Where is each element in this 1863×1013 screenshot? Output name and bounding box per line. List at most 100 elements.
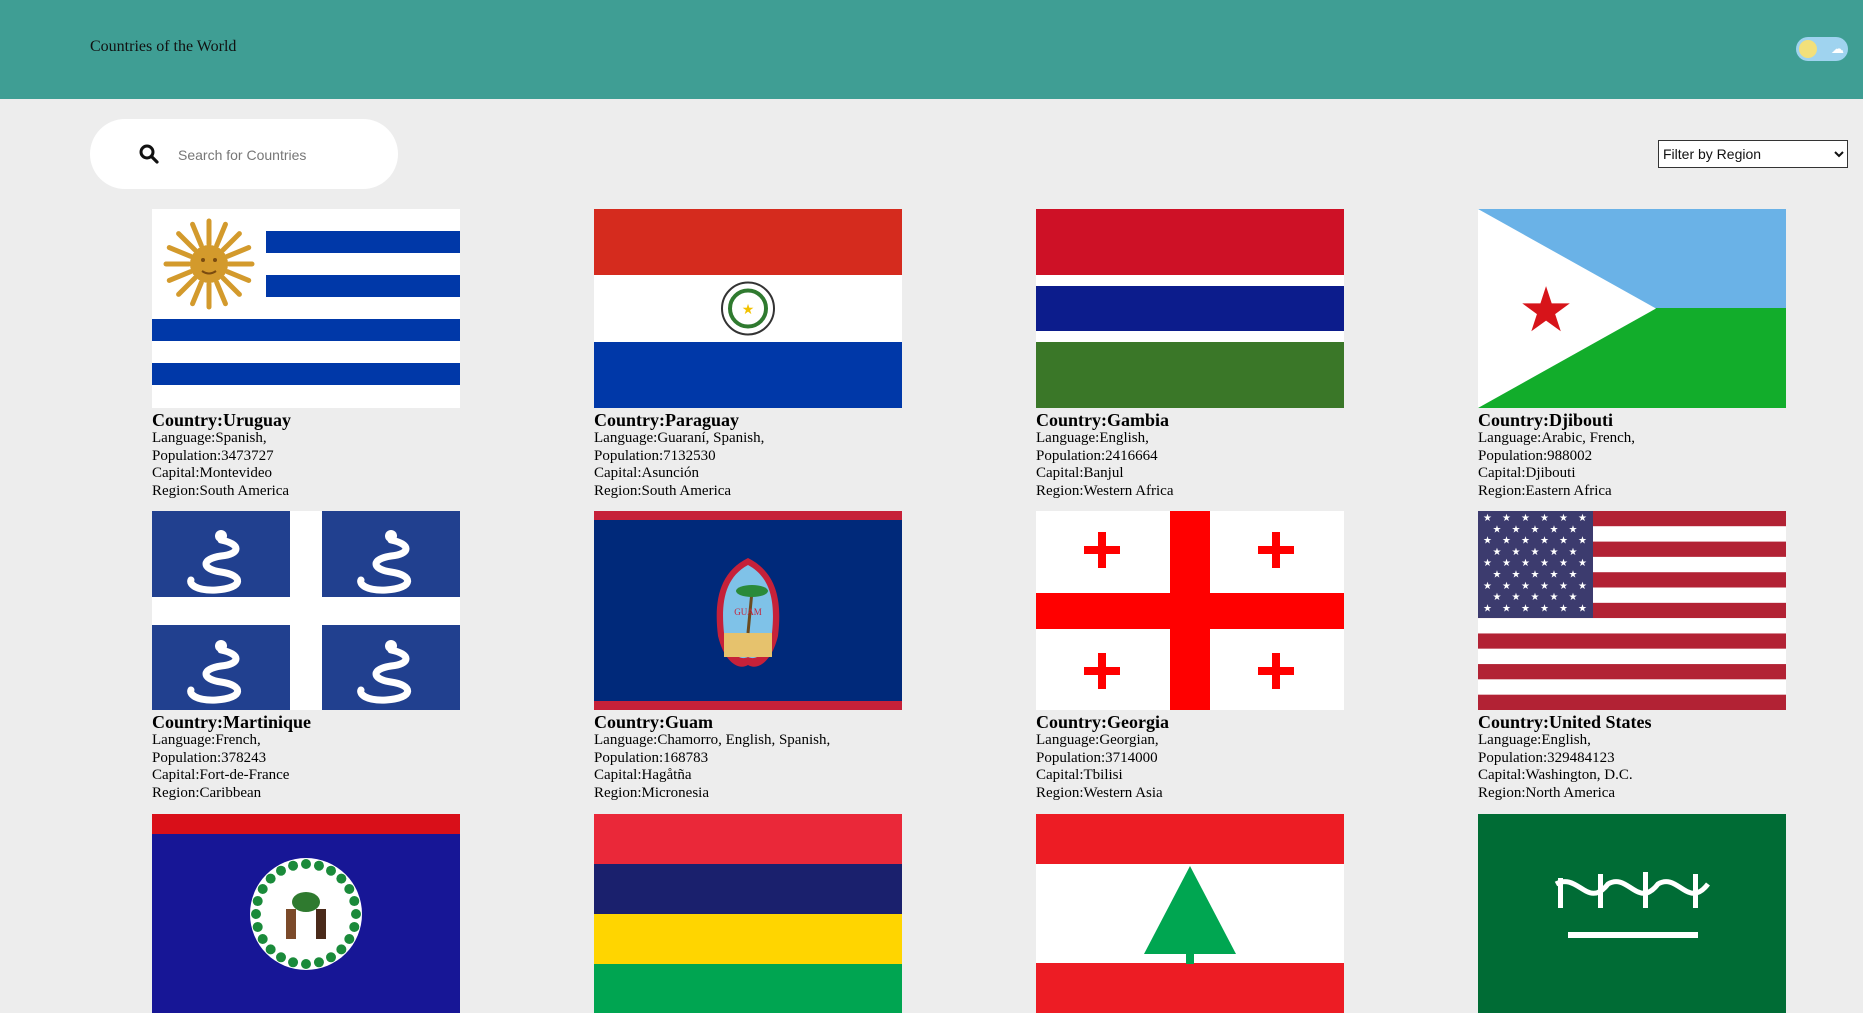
- svg-text:★: ★: [1559, 581, 1568, 592]
- flag-image: [152, 209, 460, 408]
- population-line: Population:2416664: [1036, 447, 1158, 464]
- region-line: Region:Western Africa: [1036, 482, 1174, 499]
- svg-text:★: ★: [1540, 536, 1549, 547]
- region-line: Region:Western Asia: [1036, 784, 1163, 801]
- country-card[interactable]: Country:Martinique Language:French, Popu…: [152, 511, 460, 802]
- population-line: Population:168783: [594, 749, 709, 766]
- country-card[interactable]: GUAM Country:Guam Language:Chamorro, Eng…: [594, 511, 902, 802]
- svg-text:★: ★: [1493, 570, 1502, 581]
- svg-text:★: ★: [1502, 536, 1511, 547]
- app-header: Countries of the World ☁: [0, 0, 1863, 99]
- country-card[interactable]: ★ ★ ★ ★ ★ ★ ★ ★ ★ ★ ★ ★ ★ ★ ★ ★ ★ ★ ★ ★ ★ ★ ★ ★ ★ ★ ★ ★ ★ ★ ★ ★ ★ ★ ★ ★ ★ ★ ★ ★…: [1478, 511, 1786, 802]
- language-line: Language:Chamorro, English, Spanish,: [594, 732, 831, 748]
- region-line: Region:South America: [594, 482, 732, 499]
- population-line: Population:329484123: [1478, 749, 1615, 766]
- country-card[interactable]: [1036, 814, 1344, 1013]
- country-card[interactable]: [1478, 814, 1786, 1013]
- svg-text:★: ★: [1502, 581, 1511, 592]
- country-card[interactable]: [152, 814, 460, 1013]
- flag-image: ★: [594, 209, 902, 408]
- svg-text:★: ★: [1569, 547, 1578, 558]
- svg-text:★: ★: [1521, 558, 1530, 569]
- svg-text:★: ★: [1521, 536, 1530, 547]
- capital-line: Capital:Montevideo: [152, 465, 272, 481]
- capital-line: Capital:Djibouti: [1478, 465, 1576, 481]
- flag-image: [152, 511, 460, 710]
- country-card[interactable]: Country:Georgia Language:Georgian, Popul…: [1036, 511, 1344, 802]
- svg-text:★: ★: [1531, 547, 1540, 558]
- region-line: Region:Eastern Africa: [1478, 482, 1612, 499]
- svg-text:★: ★: [1559, 558, 1568, 569]
- language-line: Language:Guaraní, Spanish,: [594, 430, 765, 446]
- country-name: Country:Gambia: [1036, 410, 1170, 430]
- population-line: Population:988002: [1478, 447, 1593, 464]
- language-line: Language:French,: [152, 732, 261, 748]
- region-filter-select[interactable]: Filter by Region: [1658, 140, 1848, 168]
- flag-image: [594, 814, 902, 1013]
- svg-text:★: ★: [1540, 603, 1549, 614]
- search-input[interactable]: [176, 141, 380, 169]
- svg-text:★: ★: [1483, 603, 1492, 614]
- country-card[interactable]: Country:Gambia Language:English, Populat…: [1036, 209, 1344, 500]
- flag-image: [1036, 209, 1344, 408]
- svg-text:★: ★: [1518, 277, 1574, 345]
- svg-text:★: ★: [1483, 513, 1492, 524]
- flag-image: ★ ★ ★ ★ ★ ★★ ★ ★ ★ ★★ ★ ★ ★ ★ ★★ ★ ★ ★ ★★ ★ ★ ★ ★ ★★ ★ ★ ★ ★★ ★ ★ ★ ★ ★★…: [1478, 511, 1786, 710]
- country-card[interactable]: ★ Country:Paraguay Language:Guaraní, Spa…: [594, 209, 902, 500]
- country-name: Country:Martinique: [152, 712, 311, 732]
- population-line: Population:3714000: [1036, 749, 1158, 766]
- theme-toggle[interactable]: ☁: [1796, 37, 1848, 61]
- svg-text:★: ★: [1569, 570, 1578, 581]
- capital-line: Capital:Banjul: [1036, 465, 1124, 481]
- svg-text:★: ★: [1578, 558, 1587, 569]
- svg-text:★: ★: [1578, 513, 1587, 524]
- capital-line: Capital:Fort-de-France: [152, 767, 290, 783]
- svg-text:★: ★: [1531, 592, 1540, 603]
- country-name: Country:United States: [1478, 712, 1652, 732]
- svg-text:★: ★: [1502, 513, 1511, 524]
- country-card[interactable]: Country:Uruguay Language:Spanish, Popula…: [152, 209, 460, 500]
- language-line: Language:English,: [1478, 732, 1591, 748]
- svg-text:★: ★: [1502, 558, 1511, 569]
- region-line: Region:North America: [1478, 784, 1616, 801]
- svg-text:★: ★: [1521, 603, 1530, 614]
- region-line: Region:South America: [152, 482, 290, 499]
- app-title: Countries of the World: [90, 38, 237, 55]
- svg-text:★: ★: [1483, 581, 1492, 592]
- country-name: Country:Paraguay: [594, 410, 739, 430]
- svg-text:★: ★: [1559, 513, 1568, 524]
- capital-line: Capital:Asunción: [594, 465, 699, 481]
- sun-icon: [1799, 40, 1817, 58]
- svg-text:★: ★: [1512, 570, 1521, 581]
- svg-text:★: ★: [1512, 592, 1521, 603]
- region-line: Region:Micronesia: [594, 784, 709, 801]
- svg-text:★: ★: [742, 303, 755, 318]
- search-icon: [139, 144, 159, 164]
- flag-image: ★: [1478, 209, 1786, 408]
- svg-text:★: ★: [1559, 536, 1568, 547]
- svg-text:★: ★: [1483, 536, 1492, 547]
- search-box[interactable]: [90, 119, 398, 189]
- language-line: Language:Spanish,: [152, 430, 267, 446]
- svg-text:★: ★: [1540, 513, 1549, 524]
- svg-text:★: ★: [1550, 570, 1559, 581]
- svg-text:★: ★: [1550, 547, 1559, 558]
- svg-text:★: ★: [1512, 524, 1521, 535]
- flag-image: [1036, 511, 1344, 710]
- capital-line: Capital:Tbilisi: [1036, 767, 1123, 783]
- region-line: Region:Caribbean: [152, 784, 262, 801]
- svg-text:★: ★: [1559, 603, 1568, 614]
- svg-text:★: ★: [1578, 603, 1587, 614]
- svg-text:★: ★: [1502, 603, 1511, 614]
- country-card[interactable]: ★ Country:Djibouti Language:Arabic, Fren…: [1478, 209, 1786, 500]
- cloud-icon: ☁: [1831, 41, 1844, 56]
- svg-text:★: ★: [1493, 592, 1502, 603]
- svg-text:★: ★: [1493, 524, 1502, 535]
- svg-text:★: ★: [1569, 592, 1578, 603]
- population-line: Population:378243: [152, 749, 267, 766]
- svg-text:★: ★: [1512, 547, 1521, 558]
- country-name: Country:Uruguay: [152, 410, 292, 430]
- svg-text:★: ★: [1550, 524, 1559, 535]
- country-card[interactable]: [594, 814, 902, 1013]
- language-line: Language:English,: [1036, 430, 1149, 446]
